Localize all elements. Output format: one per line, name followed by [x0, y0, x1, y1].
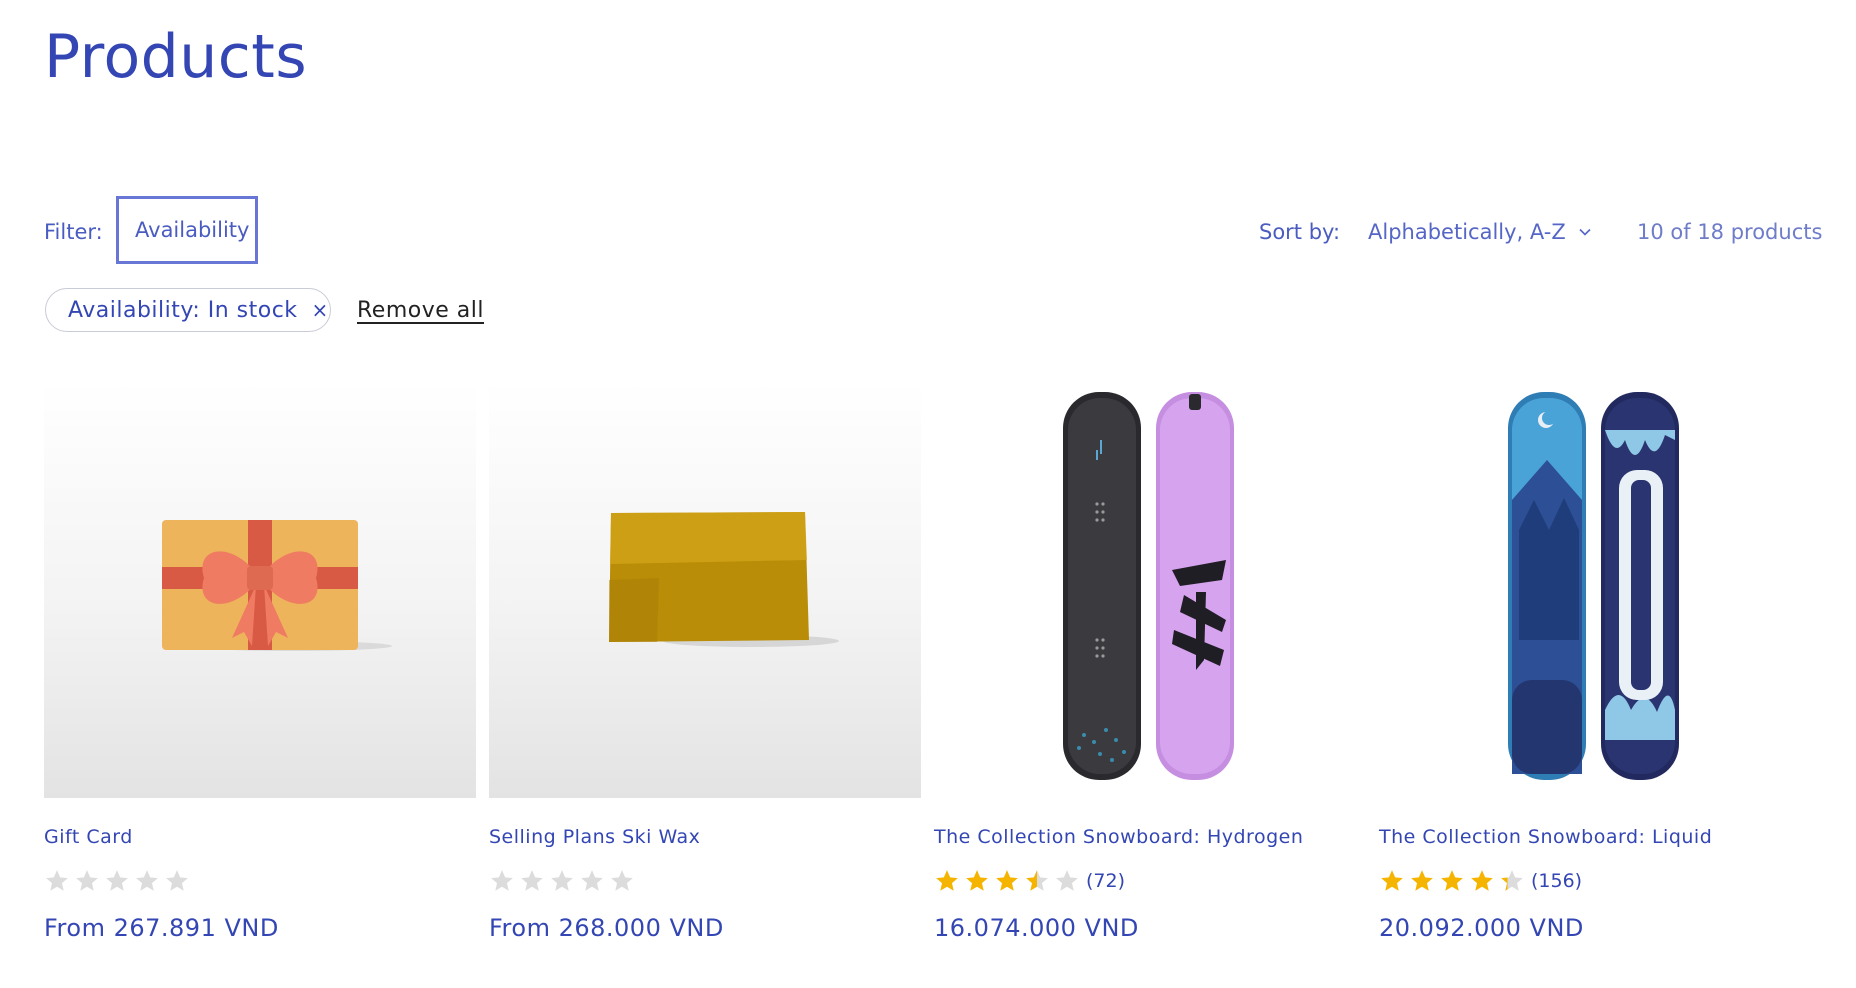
- review-count: (72): [1086, 870, 1126, 892]
- hydrogen-snowboard-image[interactable]: [934, 380, 1366, 798]
- product-price: 16.074.000 VND: [934, 914, 1139, 942]
- star-icon: [76, 870, 98, 891]
- product-price: From 267.891 VND: [44, 914, 279, 942]
- sort-select[interactable]: Alphabetically, A-Z: [1368, 220, 1592, 244]
- close-icon[interactable]: ×: [312, 298, 329, 322]
- rating-stars: [489, 868, 635, 894]
- star-icon: [1501, 870, 1523, 891]
- star-icon: [1411, 870, 1433, 891]
- star-icon: [136, 870, 158, 891]
- star-icon: [1026, 870, 1048, 891]
- ski-wax-image[interactable]: [489, 380, 921, 798]
- product-price: 20.092.000 VND: [1379, 914, 1584, 942]
- star-icon: [46, 870, 68, 891]
- star-icon: [166, 870, 188, 891]
- chevron-down-icon: [1579, 228, 1591, 236]
- star-icon: [936, 870, 958, 891]
- product-count: 10 of 18 products: [1637, 220, 1823, 244]
- star-icon: [1056, 870, 1078, 891]
- star-icon: [551, 870, 573, 891]
- rating-stars: [44, 868, 190, 894]
- review-count: (156): [1531, 870, 1583, 892]
- star-icon: [611, 870, 633, 891]
- star-icon: [106, 870, 128, 891]
- rating-stars: (72): [934, 868, 1125, 894]
- rating-stars: (156): [1379, 868, 1582, 894]
- product-price: From 268.000 VND: [489, 914, 724, 942]
- star-icon: [996, 870, 1018, 891]
- remove-all-link[interactable]: Remove all: [357, 298, 484, 323]
- product-name[interactable]: Selling Plans Ski Wax: [489, 826, 700, 848]
- star-icon: [521, 870, 543, 891]
- product-name[interactable]: Gift Card: [44, 826, 133, 848]
- star-icon: [966, 870, 988, 891]
- sort-value: Alphabetically, A-Z: [1368, 220, 1566, 244]
- availability-filter-button[interactable]: Availability: [116, 196, 258, 264]
- page-title: Products: [44, 22, 308, 92]
- star-icon: [1381, 870, 1403, 891]
- active-filter-label: Availability: In stock: [68, 297, 298, 323]
- star-icon: [581, 870, 603, 891]
- star-icon: [1471, 870, 1493, 891]
- product-name[interactable]: The Collection Snowboard: Hydrogen: [934, 826, 1303, 848]
- availability-filter-label: Availability: [135, 218, 250, 242]
- gift-card-image[interactable]: [44, 380, 476, 798]
- sort-label: Sort by:: [1259, 220, 1341, 244]
- filter-label: Filter:: [44, 220, 103, 244]
- liquid-snowboard-image[interactable]: [1379, 380, 1811, 798]
- active-filter-chip[interactable]: Availability: In stock ×: [45, 288, 331, 332]
- star-icon: [491, 870, 513, 891]
- product-name[interactable]: The Collection Snowboard: Liquid: [1379, 826, 1712, 848]
- star-icon: [1441, 870, 1463, 891]
